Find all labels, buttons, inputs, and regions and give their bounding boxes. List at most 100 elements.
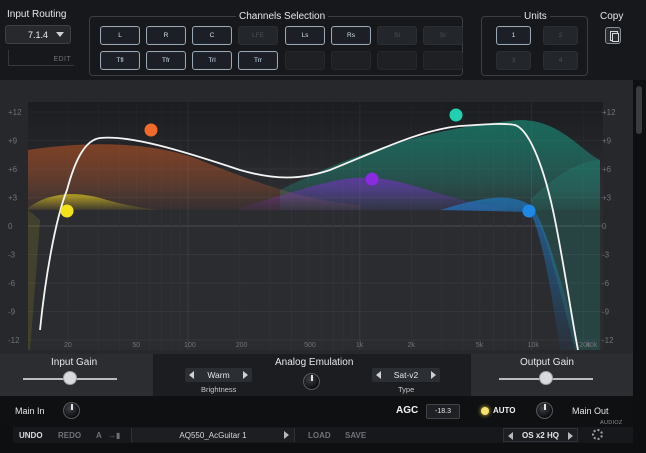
- channel-button-sl[interactable]: Sl: [377, 26, 417, 45]
- band-handle-teal[interactable]: [449, 108, 463, 122]
- y-tick-label: +6: [602, 165, 612, 174]
- y-tick-label: -3: [602, 251, 610, 260]
- y-tick-label: 0: [8, 222, 13, 231]
- band-handle-blue[interactable]: [522, 204, 536, 218]
- y-tick-label: +12: [602, 108, 616, 117]
- y-tick-label: 0: [602, 222, 607, 231]
- x-tick-label: 50: [132, 342, 140, 349]
- channel-button-trl[interactable]: Trl: [192, 51, 232, 70]
- channel-button-c[interactable]: C: [192, 26, 232, 45]
- plot-shade: [28, 102, 603, 350]
- arrow-left-icon[interactable]: [189, 371, 194, 379]
- band-handle-purple[interactable]: [365, 172, 379, 186]
- y-tick-label: -12: [602, 336, 614, 345]
- channel-button-r[interactable]: R: [146, 26, 186, 45]
- channel-slot-empty: [423, 51, 463, 70]
- ab-compare-button[interactable]: A: [96, 431, 102, 440]
- undo-button[interactable]: UNDO: [19, 431, 43, 440]
- input-routing-value: 7.1.4: [27, 29, 49, 40]
- y-tick-label: +6: [8, 165, 18, 174]
- arrow-right-icon[interactable]: [243, 371, 248, 379]
- x-tick-label: 5k: [476, 342, 484, 349]
- logo-text: AUDIOZ: [600, 420, 623, 426]
- y-axis-labels-right: +12 +9 +6 +3 0 -3 -6 -9 -12: [602, 108, 616, 345]
- auto-led-icon[interactable]: [481, 407, 489, 415]
- x-tick-label: 20: [64, 342, 72, 349]
- main-out-knob[interactable]: [536, 402, 553, 419]
- auto-label[interactable]: AUTO: [493, 406, 516, 415]
- os-prev-icon[interactable]: [508, 432, 513, 440]
- y-tick-label: -6: [8, 279, 16, 288]
- gear-icon[interactable]: [592, 429, 603, 440]
- channel-button-sr[interactable]: Sr: [423, 26, 463, 45]
- brightness-selector[interactable]: Warm: [185, 368, 252, 382]
- agc-value-field[interactable]: -18.3: [426, 404, 460, 419]
- y-tick-label: -9: [8, 308, 16, 317]
- preset-name-display[interactable]: AQ550_AcGuitar 1: [131, 428, 295, 442]
- band-handle-yellow[interactable]: [60, 204, 74, 218]
- load-button[interactable]: LOAD: [308, 431, 331, 440]
- bottom-edge: [0, 443, 646, 453]
- channel-slot-empty: [285, 51, 325, 70]
- arrow-right-icon[interactable]: [431, 371, 436, 379]
- units-title: Units: [521, 11, 550, 22]
- analog-drive-knob[interactable]: [303, 373, 320, 390]
- copy-title: Copy: [600, 11, 624, 22]
- redo-button[interactable]: REDO: [58, 431, 81, 440]
- preset-next-icon[interactable]: [284, 431, 289, 439]
- eq-curve-display[interactable]: +12+9+6+30-3-6-9-12 +12+9+6+30-3-6-9-12 …: [0, 80, 633, 354]
- channel-button-l[interactable]: L: [100, 26, 140, 45]
- y-tick-label: -12: [8, 336, 20, 345]
- channel-slot-empty: [331, 51, 371, 70]
- brightness-value: Warm: [207, 370, 230, 380]
- channel-button-rs[interactable]: Rs: [331, 26, 371, 45]
- x-tick-label: 40k: [586, 342, 598, 349]
- y-tick-label: -6: [602, 279, 610, 288]
- input-gain-knob[interactable]: [63, 371, 77, 385]
- x-tick-label: 1k: [356, 342, 364, 349]
- x-tick-label: 500: [304, 342, 316, 349]
- x-tick-label: 200: [236, 342, 248, 349]
- oversampling-selector[interactable]: OS x2 HQ: [503, 428, 578, 442]
- main-out-label: Main Out: [572, 406, 609, 416]
- save-button[interactable]: SAVE: [345, 431, 366, 440]
- x-tick-label: 100: [184, 342, 196, 349]
- unit-button-2[interactable]: 2: [543, 26, 578, 45]
- channel-button-ls[interactable]: Ls: [285, 26, 325, 45]
- unit-button-1[interactable]: 1: [496, 26, 531, 45]
- channel-button-tfl[interactable]: Tfl: [100, 51, 140, 70]
- channel-button-trr[interactable]: Trr: [238, 51, 278, 70]
- y-tick-label: +9: [8, 137, 18, 146]
- output-gain-label: Output Gain: [520, 357, 574, 368]
- unit-button-3[interactable]: 3: [496, 51, 531, 70]
- input-routing-title: Input Routing: [7, 9, 67, 20]
- y-tick-label: -9: [602, 308, 610, 317]
- arrow-left-icon[interactable]: [376, 371, 381, 379]
- top-panel: Input Routing 7.1.4 EDIT Channels Select…: [0, 0, 646, 80]
- channel-slot-empty: [377, 51, 417, 70]
- y-tick-label: +12: [8, 108, 22, 117]
- edit-button[interactable]: EDIT: [8, 50, 74, 66]
- main-in-label: Main In: [15, 406, 45, 416]
- channel-button-lfe[interactable]: LFE: [238, 26, 278, 45]
- os-next-icon[interactable]: [568, 432, 573, 440]
- y-tick-label: -3: [8, 251, 16, 260]
- y-axis-labels-left: +12 +9 +6 +3 0 -3 -6 -9 -12: [8, 108, 22, 345]
- input-routing-dropdown[interactable]: 7.1.4: [5, 25, 71, 44]
- input-gain-label: Input Gain: [51, 357, 98, 368]
- scrollbar-thumb[interactable]: [636, 86, 642, 134]
- main-in-knob[interactable]: [63, 402, 80, 419]
- y-tick-label: +3: [8, 194, 18, 203]
- type-selector[interactable]: Sat-v2: [372, 368, 440, 382]
- output-gain-knob[interactable]: [539, 371, 553, 385]
- x-tick-label: 2k: [408, 342, 416, 349]
- unit-button-4[interactable]: 4: [543, 51, 578, 70]
- y-tick-label: +3: [602, 194, 612, 203]
- type-value: Sat-v2: [393, 370, 419, 380]
- channels-selection-title: Channels Selection: [236, 11, 329, 22]
- band-handle-orange[interactable]: [144, 123, 158, 137]
- copy-icon[interactable]: [605, 27, 621, 44]
- eq-graph[interactable]: +12 +9 +6 +3 0 -3 -6 -9 -12 +12 +9 +6 +3 0 -3 -6 -9 -12 …: [0, 80, 633, 354]
- channel-button-tfr[interactable]: Tfr: [146, 51, 186, 70]
- ab-copy-icon[interactable]: →▮: [108, 431, 120, 440]
